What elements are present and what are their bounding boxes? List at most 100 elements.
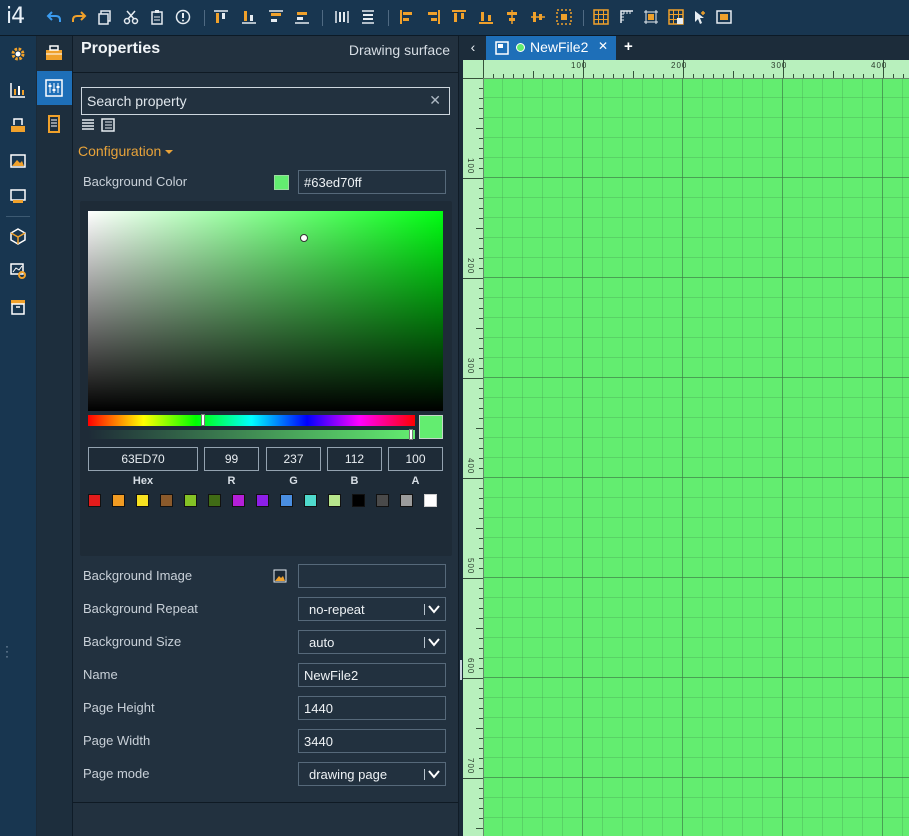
preset-swatch[interactable] [352,494,365,507]
background-repeat-label: Background Repeat [83,601,198,616]
hue-thumb[interactable] [201,414,205,426]
blue-label: B [350,475,359,487]
image-picker-icon[interactable] [273,569,287,583]
toolbox-icon[interactable] [43,42,65,64]
align-bottom-edge-icon[interactable] [478,9,494,25]
alpha-input[interactable]: 100 [388,447,443,471]
chart-icon[interactable] [9,81,27,99]
canvas-grid [483,78,909,836]
import-icon[interactable] [9,116,27,134]
preset-swatch[interactable] [160,494,173,507]
ruler-icon[interactable] [619,9,635,25]
preset-swatch[interactable] [376,494,389,507]
collapse-handle[interactable]: · · · [5,640,9,662]
package-icon[interactable] [9,227,27,245]
align-right-icon[interactable] [425,9,441,25]
space-horizontal-icon[interactable] [334,9,350,25]
name-input[interactable]: NewFile2 [298,663,446,687]
preset-swatch[interactable] [304,494,317,507]
search-input[interactable] [82,88,422,114]
preset-swatch[interactable] [184,494,197,507]
tabs-scroll-left-icon[interactable]: ‹ [463,39,483,57]
alpha-thumb[interactable] [409,429,413,440]
alpha-slider[interactable] [88,429,415,440]
align-top-edge-icon[interactable] [451,9,467,25]
distribute-bottom-icon[interactable] [294,9,310,25]
center-vertical-icon[interactable] [530,9,546,25]
center-page-icon[interactable] [556,9,572,25]
properties-panel-tab[interactable] [37,71,72,105]
grid-icon[interactable] [593,9,609,25]
chart-settings-icon[interactable] [9,262,27,280]
background-repeat-select[interactable]: no-repeat [298,597,446,621]
preset-swatch[interactable] [256,494,269,507]
archive-icon[interactable] [9,298,27,316]
preset-swatch[interactable] [232,494,245,507]
left-navigation: · · · [0,36,36,836]
monitor-icon[interactable] [9,187,27,205]
tab-newfile2[interactable]: NewFile2 ✕ [486,36,616,60]
saturation-value-area[interactable] [88,211,443,411]
ruler-label: 600 [466,658,475,675]
page-mode-label: Page mode [83,766,150,781]
pointer-select-icon[interactable] [692,9,708,25]
clear-search-icon[interactable]: ✕ [429,92,441,109]
detail-view-icon[interactable] [101,118,115,132]
align-bottom-icon[interactable] [241,9,257,25]
add-tab-icon[interactable]: + [624,38,633,55]
cut-icon[interactable] [123,9,139,25]
ruler-label: 500 [466,558,475,575]
undo-icon[interactable] [46,9,62,25]
preset-swatch[interactable] [400,494,413,507]
preset-swatch[interactable] [136,494,149,507]
preset-swatch[interactable] [280,494,293,507]
configuration-section-toggle[interactable]: Configuration [78,143,174,159]
snap-icon[interactable] [643,9,659,25]
paste-icon[interactable] [149,9,165,25]
drawing-surface[interactable]: 100 200 300 400 100 200 300 400 500 600 700 [463,60,909,836]
preset-swatch[interactable] [328,494,341,507]
settings-gear-icon[interactable] [9,45,27,63]
page-height-input[interactable]: 1440 [298,696,446,720]
ruler-label: 200 [466,258,475,275]
green-input[interactable]: 237 [266,447,321,471]
page-height-label: Page Height [83,700,155,715]
dropdown-caret-icon [165,150,174,155]
list-view-icon[interactable] [81,118,95,132]
fit-page-icon[interactable] [716,9,732,25]
background-color-input[interactable]: #63ed70ff [298,170,446,194]
document-list-icon[interactable] [43,113,65,135]
space-vertical-icon[interactable] [360,9,376,25]
tab-status-dot [516,43,525,52]
image-gallery-icon[interactable] [9,152,27,170]
background-image-label: Background Image [83,568,193,583]
page-width-input[interactable]: 3440 [298,729,446,753]
preset-swatch[interactable] [424,494,437,507]
background-image-input[interactable] [298,564,446,588]
background-size-select[interactable]: auto [298,630,446,654]
vertical-ruler: 100 200 300 400 500 600 700 [463,78,484,836]
red-input[interactable]: 99 [204,447,259,471]
preset-swatch[interactable] [88,494,101,507]
copy-icon[interactable] [97,9,113,25]
background-color-swatch[interactable] [274,175,289,190]
blue-input[interactable]: 112 [327,447,382,471]
preset-swatch[interactable] [208,494,221,507]
preset-swatch[interactable] [112,494,125,507]
center-horizontal-icon[interactable] [504,9,520,25]
info-icon[interactable] [175,9,191,25]
close-tab-icon[interactable]: ✕ [598,39,608,53]
align-left-icon[interactable] [399,9,415,25]
snap-grid-icon[interactable] [668,9,684,25]
page-mode-select[interactable]: drawing page [298,762,446,786]
distribute-top-icon[interactable] [268,9,284,25]
align-top-icon[interactable] [213,9,229,25]
ruler-label: 400 [871,61,888,70]
color-cursor[interactable] [300,234,308,242]
ruler-label: 300 [466,358,475,375]
redo-icon[interactable] [71,9,87,25]
hex-input[interactable]: 63ED70 [88,447,198,471]
hue-slider[interactable] [88,414,415,426]
chevron-down-icon [428,770,440,779]
panel-switcher [37,36,73,836]
